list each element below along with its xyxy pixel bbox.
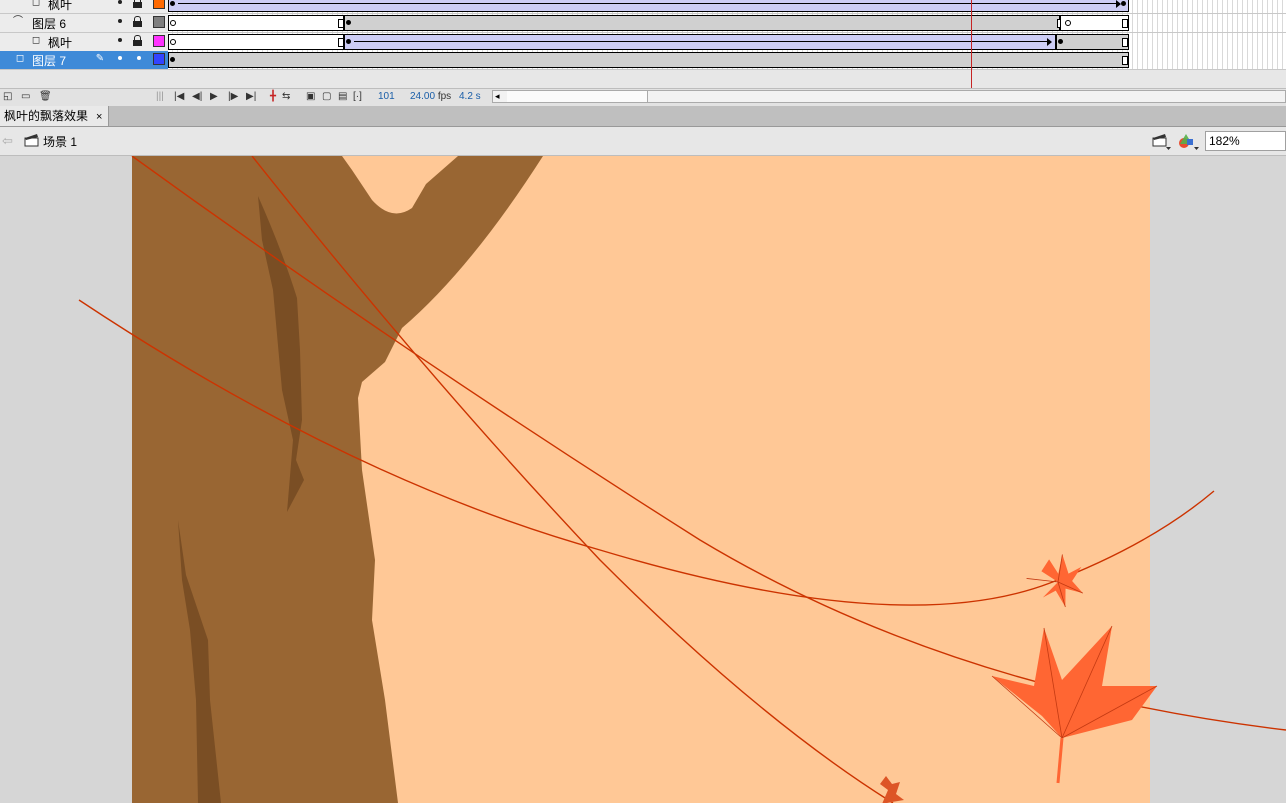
frame-span[interactable] <box>168 52 1129 68</box>
onion-skin-icon[interactable]: ▣ <box>306 91 315 103</box>
timeline-panel: ◻ 枫叶 ⌒ 图层 6 ◻ 枫叶 ◻ 图层 7 ✎ <box>0 0 1286 89</box>
span-end-marker <box>1122 38 1128 47</box>
empty-keyframe[interactable] <box>1065 20 1071 26</box>
timeline-controls: ◱ ▭ 🗑 ||| |◀ ◀| ▶ |▶ ▶| ╋ ⇆ ▣ ▢ ▤ [·] 10… <box>0 88 1286 106</box>
span-end-marker <box>1122 19 1128 28</box>
edit-scene-icon[interactable] <box>1152 132 1172 150</box>
tween-arrow <box>354 41 1048 42</box>
first-frame-icon[interactable]: |◀ <box>174 91 184 103</box>
empty-frame-span[interactable] <box>168 15 344 31</box>
onion-outline-icon[interactable]: ▢ <box>322 91 331 103</box>
zoom-input[interactable]: 182% <box>1205 131 1286 151</box>
play-icon[interactable]: ▶ <box>210 91 218 103</box>
playhead[interactable] <box>971 0 972 89</box>
resize-handle-icon[interactable]: ||| <box>156 91 164 103</box>
lock-icon[interactable] <box>133 0 142 8</box>
pencil-icon: ✎ <box>95 53 105 64</box>
scene-label[interactable]: 场景 1 <box>43 133 77 150</box>
center-frame-icon[interactable]: ╋ <box>270 91 276 103</box>
layer-row-guide[interactable]: ⌒ 图层 6 <box>0 14 168 33</box>
delete-icon[interactable]: 🗑 <box>39 91 52 103</box>
lock-icon[interactable] <box>133 16 142 27</box>
normal-layer-icon: ◻ <box>31 0 41 8</box>
edit-symbol-icon[interactable] <box>1178 132 1200 150</box>
keyframe[interactable] <box>170 1 175 6</box>
motion-tween-span[interactable] <box>168 0 1129 12</box>
normal-layer-icon: ◻ <box>15 53 25 64</box>
scene-icon <box>24 134 39 147</box>
timeline-hscrollbar[interactable]: ◂ <box>492 90 1286 103</box>
frames-row[interactable] <box>168 14 1286 33</box>
scroll-left-icon[interactable]: ◂ <box>495 91 500 102</box>
empty-frame-span[interactable] <box>168 34 344 50</box>
tween-arrow <box>178 3 1118 4</box>
frame-span[interactable] <box>344 15 1060 31</box>
keyframe[interactable] <box>170 57 175 62</box>
edit-multiple-icon[interactable]: ▤ <box>338 91 347 103</box>
keyframe[interactable] <box>346 20 351 25</box>
outline-color-swatch[interactable] <box>153 53 165 65</box>
layer-name: 图层 7 <box>32 54 67 68</box>
keyframe[interactable] <box>1121 1 1126 6</box>
document-tab[interactable]: 枫叶的飘落效果 × <box>0 106 110 126</box>
prev-frame-icon[interactable]: ◀| <box>192 91 202 103</box>
layer-row-leaf-top[interactable]: ◻ 枫叶 <box>0 0 168 14</box>
lock-icon[interactable] <box>133 35 142 46</box>
span-end-marker <box>1122 56 1128 65</box>
document-title: 枫叶的飘落效果 <box>4 109 89 123</box>
stage-canvas[interactable] <box>0 156 1286 803</box>
lock-toggle[interactable] <box>137 56 141 60</box>
document-tab-bar: 枫叶的飘落效果 × <box>0 106 1286 127</box>
keyframe[interactable] <box>1058 39 1063 44</box>
frames-row[interactable] <box>168 0 1286 14</box>
layer-name: 图层 6 <box>32 17 67 31</box>
frames-row[interactable] <box>168 33 1286 52</box>
loop-icon[interactable]: ⇆ <box>282 91 290 103</box>
outline-color-swatch[interactable] <box>153 35 165 47</box>
elapsed-time[interactable]: 4.2 s <box>459 91 481 102</box>
last-frame-icon[interactable]: ▶| <box>246 91 256 103</box>
back-arrow-icon[interactable]: ⇦ <box>2 133 13 149</box>
guide-layer-icon: ⌒ <box>13 16 23 27</box>
empty-keyframe[interactable] <box>170 20 176 26</box>
next-frame-icon[interactable]: |▶ <box>228 91 238 103</box>
new-folder-icon[interactable]: ▭ <box>21 91 30 103</box>
tween-arrowhead <box>1047 38 1052 46</box>
layer-name: 枫叶 <box>48 0 73 12</box>
outline-color-swatch[interactable] <box>153 0 165 9</box>
new-layer-icon[interactable]: ◱ <box>3 91 12 103</box>
frame-rate[interactable]: 24.00 fps <box>410 91 451 102</box>
visibility-toggle[interactable] <box>118 38 122 42</box>
motion-tween-span[interactable] <box>344 34 1056 50</box>
close-tab-icon[interactable]: × <box>96 111 102 123</box>
visibility-toggle[interactable] <box>118 0 122 4</box>
stage-area[interactable] <box>0 156 1286 803</box>
frames-row[interactable] <box>168 51 1286 70</box>
layer-name: 枫叶 <box>48 36 73 50</box>
outline-color-swatch[interactable] <box>153 16 165 28</box>
edit-bar: ⇦ 场景 1 182% <box>0 127 1286 156</box>
visibility-toggle[interactable] <box>118 56 122 60</box>
modify-markers-icon[interactable]: [·] <box>353 91 362 103</box>
keyframe[interactable] <box>346 39 351 44</box>
visibility-toggle[interactable] <box>118 19 122 23</box>
normal-layer-icon: ◻ <box>31 35 41 46</box>
current-frame[interactable]: 101 <box>378 91 395 102</box>
layer-row-leaf-guided[interactable]: ◻ 枫叶 <box>0 33 168 52</box>
frame-span[interactable] <box>1056 34 1129 50</box>
empty-keyframe[interactable] <box>170 39 176 45</box>
scroll-thumb[interactable] <box>507 91 648 102</box>
layer-row-selected[interactable]: ◻ 图层 7 ✎ <box>0 51 168 70</box>
